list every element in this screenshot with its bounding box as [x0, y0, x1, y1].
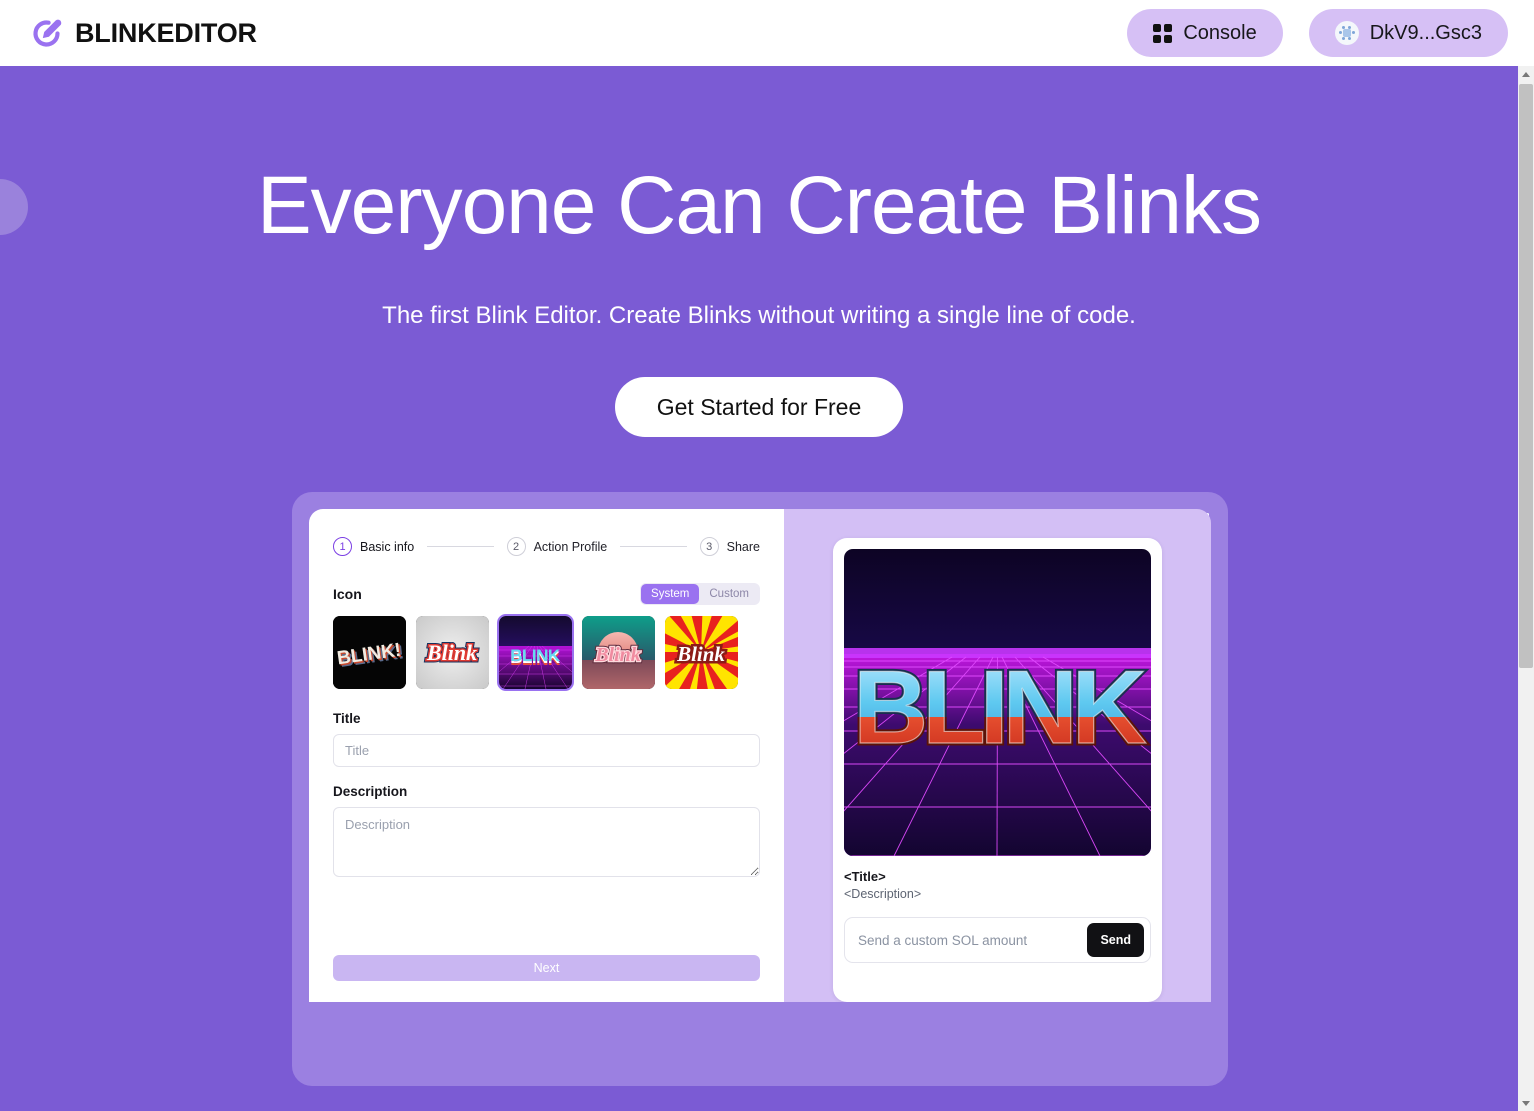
showcase-card: 1 Basic info 2 Action Profile 3 Share Ic… — [292, 492, 1228, 1086]
scroll-down-arrow-icon[interactable] — [1518, 1095, 1534, 1111]
amount-row: Send — [844, 917, 1151, 963]
page-title: Everyone Can Create Blinks — [256, 160, 1262, 251]
console-button[interactable]: Console — [1127, 9, 1283, 57]
app-header: BLINKEDITOR Console DkV9...Gsc3 — [0, 0, 1534, 66]
title-field-label: Title — [333, 711, 361, 726]
step-action-profile[interactable]: 2 Action Profile — [506, 537, 608, 556]
wallet-button[interactable]: DkV9...Gsc3 — [1308, 9, 1508, 57]
preview-title: <Title> — [844, 869, 886, 884]
hero-section: Everyone Can Create Blinks The first Bli… — [0, 66, 1518, 1111]
step-number: 1 — [333, 537, 352, 556]
grid-icon — [1153, 23, 1173, 43]
icon-thumb-blink-sunburst-yellow[interactable]: Blink Blink — [665, 616, 738, 689]
step-label: Action Profile — [533, 539, 608, 554]
icon-section-header: Icon System Custom — [333, 583, 760, 605]
step-label: Basic info — [360, 539, 415, 554]
step-number: 3 — [699, 537, 719, 556]
step-share[interactable]: 3 Share — [699, 537, 760, 556]
blink-preview-card: BLINK BLINK BLINK <Title> <Descript — [833, 538, 1162, 1002]
wallet-avatar-icon — [1334, 21, 1359, 45]
icon-source-custom[interactable]: Custom — [699, 584, 759, 604]
title-input[interactable] — [333, 734, 760, 767]
send-button[interactable]: Send — [1087, 923, 1144, 957]
icon-thumb-blink-black-3d[interactable]: BLINK! BLINK! BLINK! — [333, 616, 406, 689]
showcase-inner: 1 Basic info 2 Action Profile 3 Share Ic… — [309, 509, 1211, 1002]
sol-amount-input[interactable] — [858, 932, 1080, 948]
description-input[interactable] — [333, 807, 760, 877]
icon-thumb-blink-retro-grey[interactable]: Blink Blink Blink — [416, 616, 489, 689]
step-connector — [427, 546, 494, 547]
page-scrollbar[interactable] — [1518, 66, 1534, 1111]
scroll-up-arrow-icon[interactable] — [1518, 66, 1534, 82]
next-button[interactable]: Next — [333, 955, 760, 981]
scrollbar-thumb[interactable] — [1519, 84, 1533, 668]
step-label: Share — [726, 539, 760, 554]
svg-text:BLINK: BLINK — [853, 650, 1147, 766]
icon-thumb-blink-sunset-teal[interactable]: Blink Blink Blink — [582, 616, 655, 689]
hero-subtitle: The first Blink Editor. Create Blinks wi… — [382, 302, 1136, 329]
get-started-button[interactable]: Get Started for Free — [614, 377, 904, 437]
brand-name: BLINKEDITOR — [75, 17, 257, 48]
page-root: BLINKEDITOR Console DkV9...Gsc3 Everyone… — [0, 0, 1534, 1111]
blink-artwork-image: BLINK BLINK BLINK — [844, 549, 1151, 856]
icon-source-system[interactable]: System — [641, 584, 700, 604]
stepper: 1 Basic info 2 Action Profile 3 Share — [333, 537, 760, 556]
cta-container: Get Started for Free — [0, 377, 1518, 437]
step-number: 2 — [506, 537, 526, 556]
brand[interactable]: BLINKEDITOR — [30, 16, 257, 50]
description-field-label: Description — [333, 784, 408, 799]
icon-thumbnail-list: BLINK! BLINK! BLINK! Blink Blink Blink B… — [333, 614, 760, 691]
svg-text:Blink: Blink — [594, 644, 641, 666]
icon-source-toggle: System Custom — [640, 583, 760, 605]
step-basic-info[interactable]: 1 Basic info — [333, 537, 414, 556]
wallet-address-label: DkV9...Gsc3 — [1369, 21, 1482, 44]
editor-panel: 1 Basic info 2 Action Profile 3 Share Ic… — [309, 509, 784, 1002]
header-actions: Console DkV9...Gsc3 — [1127, 9, 1508, 57]
svg-text:Blink: Blink — [676, 642, 725, 666]
console-button-label: Console — [1183, 21, 1257, 44]
preview-panel: BLINK BLINK BLINK <Title> <Descript — [784, 509, 1211, 1002]
svg-text:BLINK: BLINK — [510, 646, 561, 665]
pencil-edit-icon — [33, 19, 62, 47]
step-connector — [620, 546, 687, 547]
icon-label: Icon — [333, 586, 362, 602]
svg-text:Blink: Blink — [426, 640, 477, 665]
icon-thumb-blink-synthwave[interactable]: BLINK BLINK BLINK — [497, 614, 574, 691]
preview-description: <Description> — [844, 887, 922, 901]
